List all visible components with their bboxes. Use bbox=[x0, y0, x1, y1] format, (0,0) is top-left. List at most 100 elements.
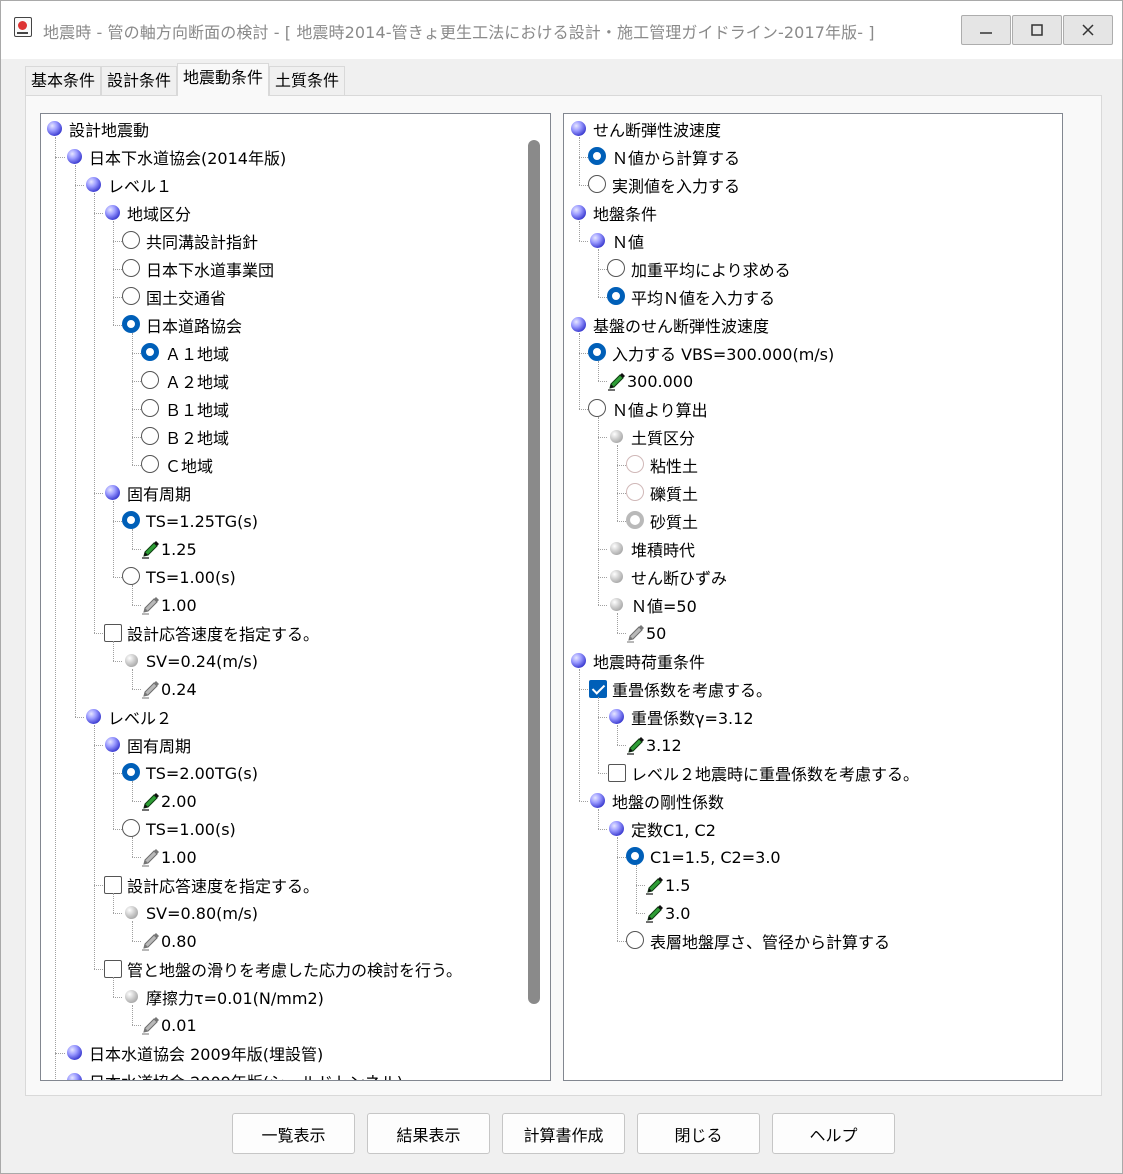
tree-node[interactable]: 土質区分 bbox=[607, 423, 695, 451]
tab-basic-conditions[interactable]: 基本条件 bbox=[25, 66, 102, 96]
tree-node[interactable]: 設計応答速度を指定する。 bbox=[103, 871, 319, 899]
tree-node[interactable]: TS=1.00(s) bbox=[122, 815, 236, 843]
create-report-button[interactable]: 計算書作成 bbox=[502, 1113, 625, 1154]
tree-node[interactable]: 2.00 bbox=[141, 787, 197, 815]
tree-node[interactable]: Ｂ１地域 bbox=[141, 395, 229, 423]
radio-unselected-icon[interactable] bbox=[122, 259, 142, 279]
radio-unselected-icon[interactable] bbox=[122, 819, 142, 839]
tree-node[interactable]: Ｎ値=50 bbox=[607, 591, 697, 619]
tree-node[interactable]: 重畳係数γ=3.12 bbox=[607, 703, 754, 731]
radio-selected-icon[interactable] bbox=[588, 343, 608, 363]
tree-node[interactable]: TS=1.00(s) bbox=[122, 563, 236, 591]
tree-node[interactable]: 1.00 bbox=[141, 591, 197, 619]
edit-pencil-icon[interactable] bbox=[645, 903, 665, 923]
close-dialog-button[interactable]: 閉じる bbox=[637, 1113, 760, 1154]
tree-node[interactable]: SV=0.24(m/s) bbox=[122, 647, 258, 675]
list-view-button[interactable]: 一覧表示 bbox=[232, 1113, 355, 1154]
radio-selected-icon[interactable] bbox=[122, 511, 142, 531]
tab-seismic-conditions[interactable]: 地震動条件 bbox=[177, 63, 270, 96]
radio-selected-icon[interactable] bbox=[607, 287, 627, 307]
radio-unselected-icon[interactable] bbox=[141, 371, 161, 391]
checkbox-unchecked-icon[interactable] bbox=[103, 623, 123, 643]
tree-node[interactable]: 1.00 bbox=[141, 843, 197, 871]
radio-unselected-icon[interactable] bbox=[122, 231, 142, 251]
tree-node[interactable]: 0.80 bbox=[141, 927, 197, 955]
tree-node[interactable]: 砂質土 bbox=[626, 507, 698, 535]
radio-unselected-icon[interactable] bbox=[626, 931, 646, 951]
tree-node[interactable]: 設計応答速度を指定する。 bbox=[103, 619, 319, 647]
tree-node[interactable]: Ｎ値より算出 bbox=[588, 395, 708, 423]
radio-unselected-icon[interactable] bbox=[141, 399, 161, 419]
right-tree-view[interactable]: せん断弾性波速度 Ｎ値から計算する 実測値を入力する 地盤条件 Ｎ値 加重平均により求める… bbox=[563, 113, 1063, 1081]
tree-node[interactable]: C1=1.5, C2=3.0 bbox=[626, 843, 781, 871]
maximize-button[interactable] bbox=[1012, 15, 1062, 45]
left-tree-view[interactable]: 設計地震動 日本下水道協会(2014年版) レベル１ 地域区分 共同溝設計指針 日本下水道… bbox=[40, 113, 551, 1081]
tree-node[interactable]: 重畳係数を考慮する。 bbox=[588, 675, 772, 703]
tab-design-conditions[interactable]: 設計条件 bbox=[101, 66, 178, 96]
tree-node[interactable]: 粘性土 bbox=[626, 451, 698, 479]
tree-node[interactable]: 実測値を入力する bbox=[588, 171, 740, 199]
tree-node[interactable]: 日本下水道協会(2014年版) bbox=[65, 143, 286, 171]
edit-pencil-icon[interactable] bbox=[607, 371, 627, 391]
tree-node[interactable]: レベル１ bbox=[84, 171, 172, 199]
edit-pencil-icon[interactable] bbox=[141, 791, 161, 811]
tree-node[interactable]: 3.0 bbox=[645, 899, 690, 927]
tree-node[interactable]: 設計地震動 bbox=[45, 115, 149, 143]
tree-node[interactable]: レベル２ bbox=[84, 703, 172, 731]
tab-soil-conditions[interactable]: 土質条件 bbox=[269, 66, 346, 96]
edit-pencil-icon[interactable] bbox=[626, 735, 646, 755]
tree-node[interactable]: TS=1.25TG(s) bbox=[122, 507, 258, 535]
tree-node[interactable]: 表層地盤厚さ、管径から計算する bbox=[626, 927, 890, 955]
checkbox-unchecked-icon[interactable] bbox=[103, 959, 123, 979]
tree-node[interactable]: 堆積時代 bbox=[607, 535, 695, 563]
tree-node[interactable]: 50 bbox=[626, 619, 666, 647]
tree-node[interactable]: 基盤のせん断弾性波速度 bbox=[569, 311, 769, 339]
tree-node[interactable]: Ａ２地域 bbox=[141, 367, 229, 395]
tree-node[interactable]: 地盤条件 bbox=[569, 199, 657, 227]
tree-node[interactable]: Ｎ値 bbox=[588, 227, 644, 255]
help-button[interactable]: ヘルプ bbox=[772, 1113, 895, 1154]
tree-node[interactable]: Ｃ地域 bbox=[141, 451, 213, 479]
tree-node[interactable]: 固有周期 bbox=[103, 731, 191, 759]
tree-node[interactable]: 入力する VBS=300.000(m/s) bbox=[588, 339, 834, 367]
tree-node[interactable]: 加重平均により求める bbox=[607, 255, 791, 283]
radio-selected-icon[interactable] bbox=[122, 763, 142, 783]
radio-unselected-icon[interactable] bbox=[141, 427, 161, 447]
tree-node[interactable]: 摩擦力τ=0.01(N/mm2) bbox=[122, 983, 324, 1011]
edit-pencil-icon[interactable] bbox=[645, 875, 665, 895]
tree-node[interactable]: 3.12 bbox=[626, 731, 682, 759]
tree-node[interactable]: せん断ひずみ bbox=[607, 563, 727, 591]
radio-selected-icon[interactable] bbox=[141, 343, 161, 363]
radio-unselected-icon[interactable] bbox=[588, 175, 608, 195]
radio-unselected-icon[interactable] bbox=[122, 567, 142, 587]
radio-selected-icon[interactable] bbox=[588, 147, 608, 167]
checkbox-unchecked-icon[interactable] bbox=[607, 763, 627, 783]
vertical-scrollbar[interactable] bbox=[528, 140, 540, 1004]
tree-node[interactable]: 平均Ｎ値を入力する bbox=[607, 283, 775, 311]
tree-node[interactable]: Ｎ値から計算する bbox=[588, 143, 740, 171]
tree-node[interactable]: 地震時荷重条件 bbox=[569, 647, 705, 675]
tree-node[interactable]: 1.5 bbox=[645, 871, 690, 899]
tree-node[interactable]: Ａ１地域 bbox=[141, 339, 229, 367]
tree-node[interactable]: Ｂ２地域 bbox=[141, 423, 229, 451]
tree-node[interactable]: 共同溝設計指針 bbox=[122, 227, 258, 255]
checkbox-unchecked-icon[interactable] bbox=[103, 875, 123, 895]
tree-node[interactable]: レベル２地震時に重畳係数を考慮する。 bbox=[607, 759, 919, 787]
tree-node[interactable]: せん断弾性波速度 bbox=[569, 115, 721, 143]
tree-node[interactable]: 地盤の剛性係数 bbox=[588, 787, 724, 815]
tree-node[interactable]: 礫質土 bbox=[626, 479, 698, 507]
radio-selected-icon[interactable] bbox=[122, 315, 142, 335]
tree-node[interactable]: 0.01 bbox=[141, 1011, 197, 1039]
tree-node[interactable]: 0.24 bbox=[141, 675, 197, 703]
tree-node[interactable]: TS=2.00TG(s) bbox=[122, 759, 258, 787]
edit-pencil-icon[interactable] bbox=[141, 539, 161, 559]
title-bar[interactable]: 地震時 - 管の軸方向断面の検討 - [ 地震時2014-管きょ更生工法における… bbox=[1, 1, 1122, 59]
tree-node[interactable]: 国土交通省 bbox=[122, 283, 226, 311]
tree-node[interactable]: SV=0.80(m/s) bbox=[122, 899, 258, 927]
tree-node[interactable]: 1.25 bbox=[141, 535, 197, 563]
tree-node[interactable]: 固有周期 bbox=[103, 479, 191, 507]
radio-unselected-icon[interactable] bbox=[588, 399, 608, 419]
radio-unselected-icon[interactable] bbox=[122, 287, 142, 307]
minimize-button[interactable] bbox=[961, 15, 1011, 45]
tree-node[interactable]: 日本道路協会 bbox=[122, 311, 242, 339]
